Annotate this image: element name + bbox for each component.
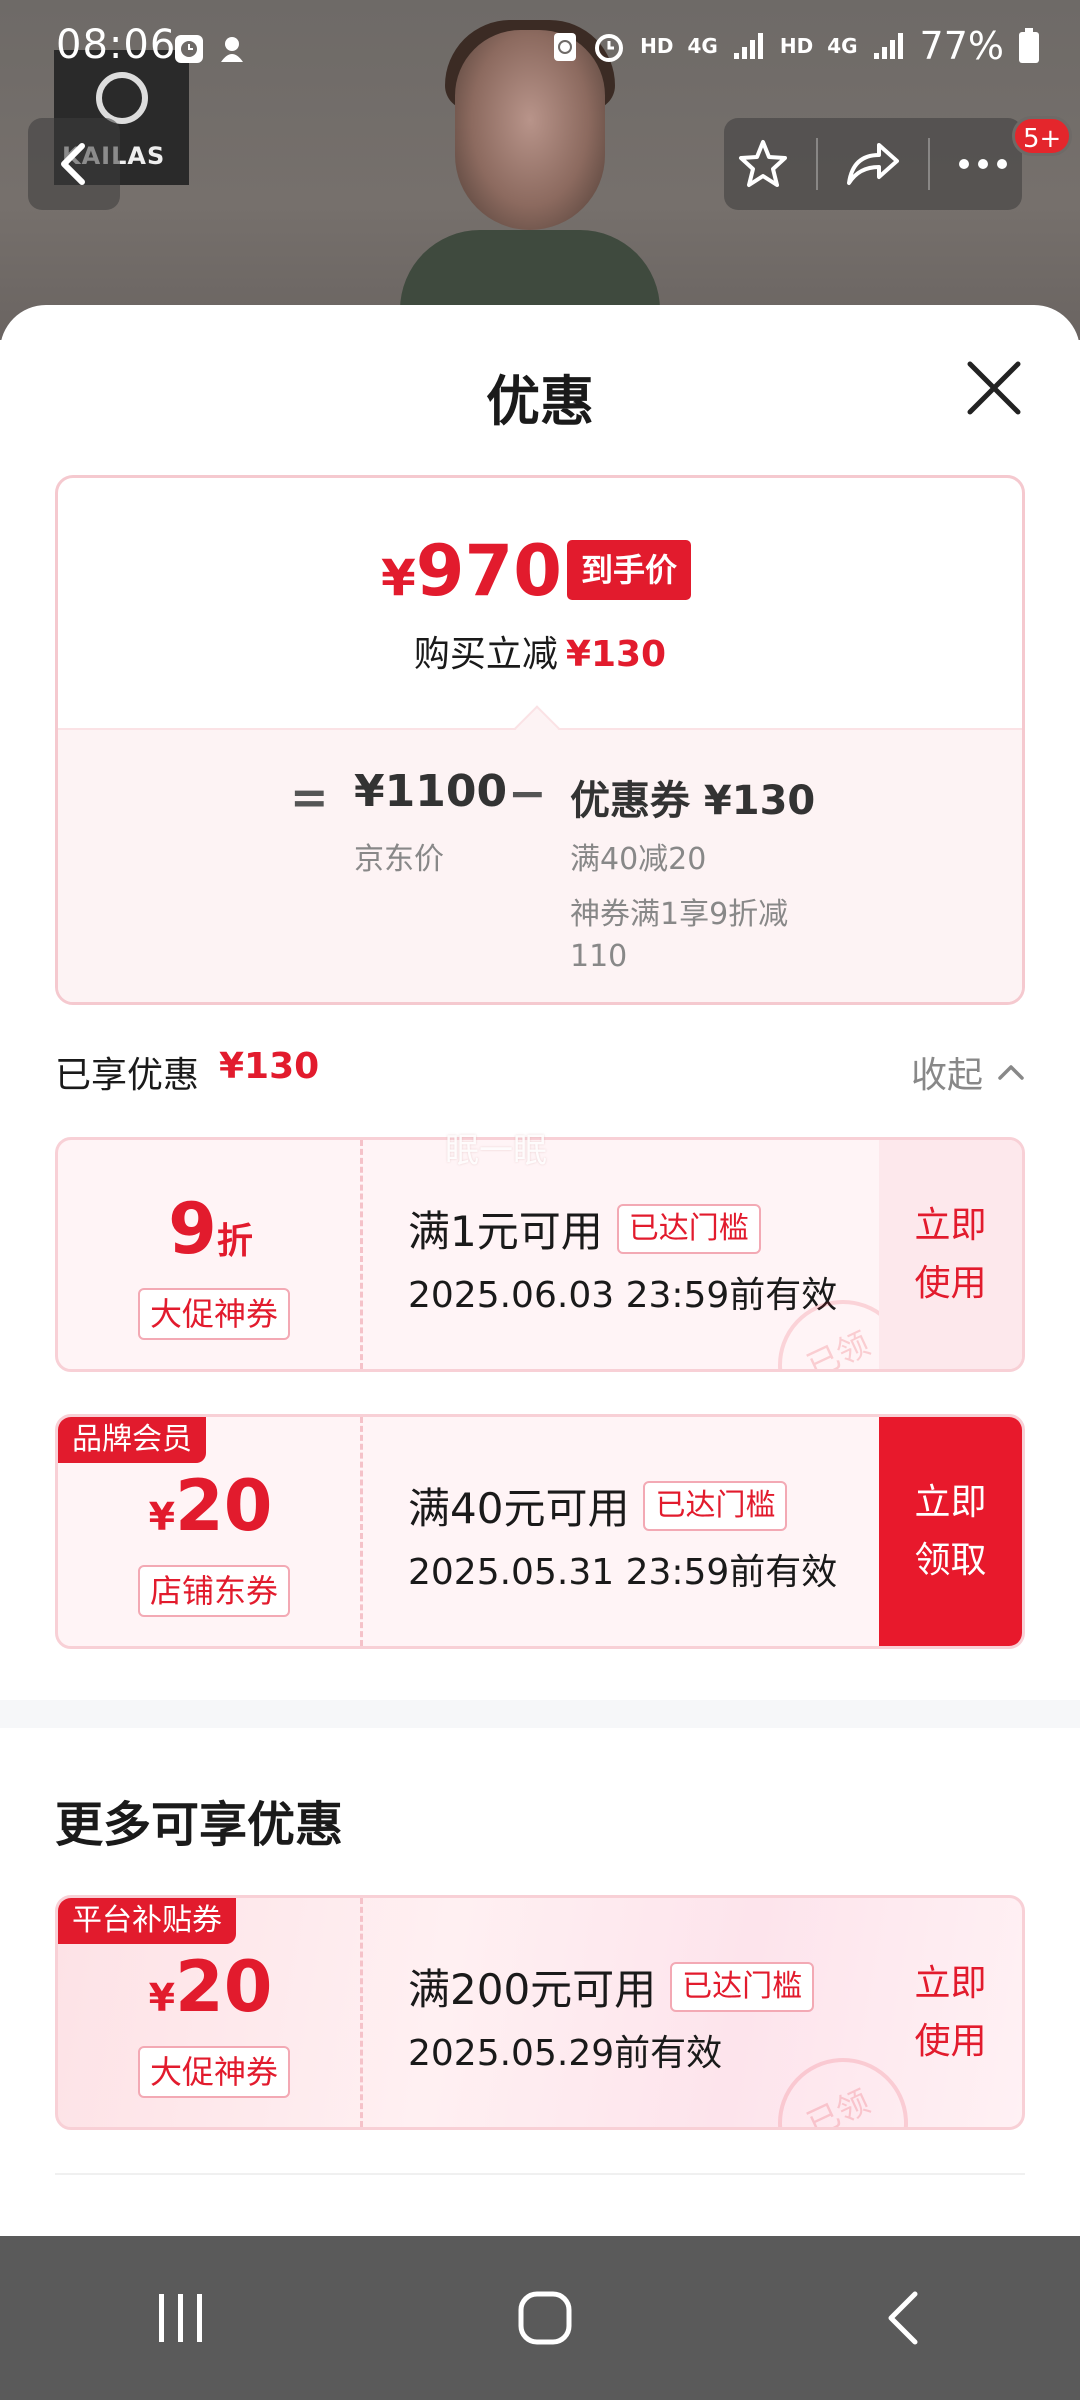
threshold-reached-badge: 已达门槛 (616, 1203, 761, 1254)
coupon-validity: 2025.06.03 23:59前有效 (408, 1275, 838, 1316)
coupon-condition: 满200元可用 已达门槛 (408, 1956, 815, 2017)
enjoyed-amount: ¥130 (219, 1046, 320, 1087)
coupon-condition: 满1元可用 已达门槛 (408, 1198, 761, 1259)
alarm-icon (595, 34, 624, 62)
coupon-validity: 2025.05.29前有效 (408, 2033, 723, 2074)
coupon-card: 品牌会员 ¥20 店铺东券 满40元可用 已达门槛 2025.05.31 23:… (55, 1414, 1025, 1649)
more-discounts-title: 更多可享优惠 (55, 1797, 344, 1853)
coupon-corner-tag: 品牌会员 (58, 1417, 206, 1463)
assistant-icon (221, 37, 243, 62)
coupon-corner-tag: 平台补贴券 (58, 1898, 236, 1944)
coupon-detail-2: 神券满1享9折减110 (570, 897, 789, 974)
final-price: ¥970 (381, 530, 562, 612)
coupon-card: 9折 大促神券 满1元可用 已达门槛 2025.06.03 23:59前有效 已… (55, 1137, 1025, 1372)
clock-app-icon (175, 35, 203, 63)
chevron-up-icon (998, 1065, 1024, 1080)
signal-icon-1 (733, 33, 763, 59)
threshold-reached-badge: 已达门槛 (643, 1480, 788, 1531)
recycle-icon (554, 33, 577, 61)
more-icon[interactable] (957, 157, 1009, 171)
back-button[interactable] (28, 118, 120, 210)
use-now-button[interactable]: 立即 使用 (879, 1140, 1022, 1369)
hd-label-2: HD (779, 34, 814, 58)
coupon-total: 优惠券 ¥130 (570, 778, 816, 824)
back-nav-icon[interactable] (879, 2288, 929, 2348)
watermark-text: 眠一眠 (445, 1131, 547, 1171)
status-bar: 08:06 HD 4G HD 4G 77% (0, 0, 1080, 100)
signal-icon-2 (873, 33, 903, 59)
section-divider (0, 1700, 1080, 1728)
hd-label-1: HD (640, 34, 674, 58)
coupon-condition: 满40元可用 已达门槛 (408, 1475, 788, 1536)
home-icon[interactable] (513, 2286, 577, 2350)
collapse-button[interactable]: 收起 (911, 1046, 1025, 1098)
coupon-amount: 9折 (168, 1188, 253, 1270)
enjoyed-discount-row: 已享优惠 ¥130 收起 (55, 1040, 1025, 1100)
star-favorite-icon[interactable] (737, 138, 789, 190)
recent-apps-icon[interactable] (151, 2288, 211, 2348)
sheet-title: 优惠 (486, 370, 594, 433)
system-navigation-bar (0, 2236, 1080, 2400)
chevron-left-icon (61, 143, 85, 185)
battery-icon (1019, 28, 1039, 63)
coupon-detail-1: 满40减20 (570, 842, 707, 877)
jd-price-label: 京东价 (354, 842, 444, 877)
enjoyed-label: 已享优惠 (55, 1055, 200, 1096)
price-breakdown-card: ¥970 到手价 购买立减 ¥130 = ¥1100 京东价 − 优惠券 ¥130… (55, 475, 1025, 1005)
coupon-card: 平台补贴券 ¥20 大促神券 满200元可用 已达门槛 2025.05.29前有… (55, 1895, 1025, 2130)
close-icon[interactable] (964, 358, 1024, 418)
jd-price: ¥1100 (354, 766, 508, 817)
use-now-button[interactable]: 立即 使用 (879, 1898, 1022, 2127)
threshold-reached-badge: 已达门槛 (670, 1961, 815, 2012)
coupon-kind: 店铺东券 (138, 1565, 291, 1617)
status-time: 08:06 (56, 22, 177, 68)
share-icon[interactable] (845, 139, 901, 189)
coupon-validity: 2025.05.31 23:59前有效 (408, 1552, 838, 1593)
coupon-kind: 大促神券 (138, 1288, 291, 1340)
claim-now-button[interactable]: 立即 领取 (879, 1417, 1022, 1646)
network-label-2: 4G (827, 34, 858, 58)
instant-reduce-line: 购买立减 ¥130 (413, 634, 667, 675)
final-price-tag: 到手价 (567, 540, 692, 600)
battery-percent: 77% (919, 24, 1004, 68)
price-formula: = ¥1100 京东价 − 优惠券 ¥130 满40减20 神券满1享9折减11… (58, 728, 1022, 1002)
notification-badge: 5+ (1012, 116, 1073, 156)
coupon-kind: 大促神券 (138, 2046, 291, 2098)
top-action-bar (724, 118, 1022, 210)
discount-sheet: 优惠 ¥970 到手价 购买立减 ¥130 = ¥1100 京东价 − 优惠券 ¥… (0, 305, 1080, 2235)
coupon-amount: ¥20 (148, 1946, 273, 2028)
list-divider (55, 2173, 1025, 2175)
coupon-amount: ¥20 (148, 1465, 273, 1547)
network-label-1: 4G (687, 34, 718, 58)
